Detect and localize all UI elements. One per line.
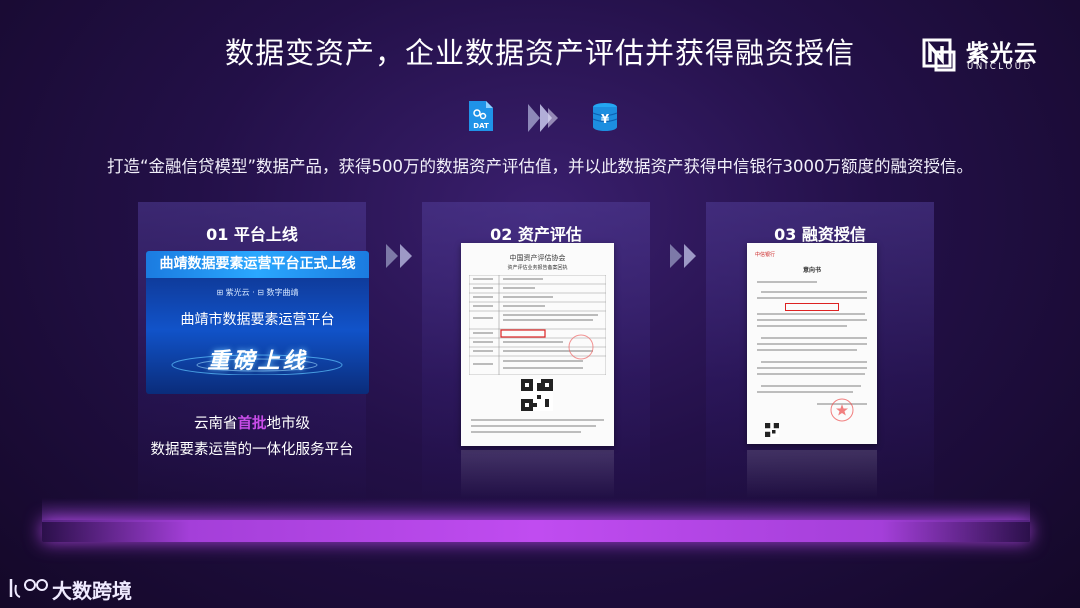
doc3-bank: 中信银行 (755, 252, 776, 258)
dat-file-icon: DAT (469, 101, 493, 131)
step-label-1: 01 平台上线 (206, 225, 298, 244)
doc3-reflection (747, 450, 877, 498)
caption-line-1: 云南省首批地市级 (194, 416, 310, 432)
chevron-right-icon (386, 244, 412, 268)
doc3-title: 意向书 (802, 267, 821, 274)
banner-partners: ⊞ 紫光云 · ⊟ 数字曲靖 (216, 288, 299, 297)
qr-code-icon (765, 423, 779, 437)
banner-header: 曲靖数据要素运营平台正式上线 (146, 251, 369, 278)
brand-sub: UNICLOUD (967, 62, 1033, 72)
qr-code-icon (521, 379, 553, 411)
credit-intent-letter: 中信银行 意向书 (747, 243, 877, 444)
step-label-2: 02 资产评估 (490, 225, 582, 244)
footer-name: 大数跨境 (52, 579, 132, 603)
dashujiangjing-logo-icon (9, 579, 48, 598)
brand-logo: 紫光云 UNICLOUD (922, 34, 1052, 74)
banner-platform: 曲靖市数据要素运营平台 (180, 312, 335, 328)
doc2-reflection (461, 450, 614, 498)
unicloud-logo-icon (922, 38, 956, 72)
description: 打造“金融信贷模型”数据产品，获得500万的数据资产评估值，并以此数据资产获得中… (106, 157, 974, 176)
asset-evaluation-receipt: 中国资产评估协会 资产评估业务报告备案回执 (461, 243, 614, 446)
svg-text:¥: ¥ (601, 112, 610, 126)
caption-highlight: 首批 (237, 416, 267, 432)
banner-relaunch: 重磅上线 (207, 349, 308, 374)
dat-label: DAT (473, 122, 489, 130)
forward-arrows-icon (528, 104, 558, 132)
coin-stack-icon: ¥ (592, 103, 618, 131)
caption-line-2: 数据要素运营的一体化服务平台 (150, 442, 354, 458)
chevron-right-icon (670, 244, 696, 268)
receipt-table (469, 275, 606, 375)
seal-stamp-icon (830, 398, 854, 422)
step-label-3: 03 融资授信 (774, 225, 866, 244)
page-title: 数据变资产，企业数据资产评估并获得融资授信 (224, 36, 855, 70)
doc2-sub: 资产评估业务报告备案回执 (507, 265, 568, 271)
stage-platform (42, 520, 1030, 542)
footer-logo: 大数跨境 (8, 573, 148, 603)
doc2-org: 中国资产评估协会 (509, 254, 566, 262)
platform-launch-banner: 曲靖数据要素运营平台正式上线 ⊞ 紫光云 · ⊟ 数字曲靖 曲靖市数据要素运营平… (146, 251, 369, 394)
